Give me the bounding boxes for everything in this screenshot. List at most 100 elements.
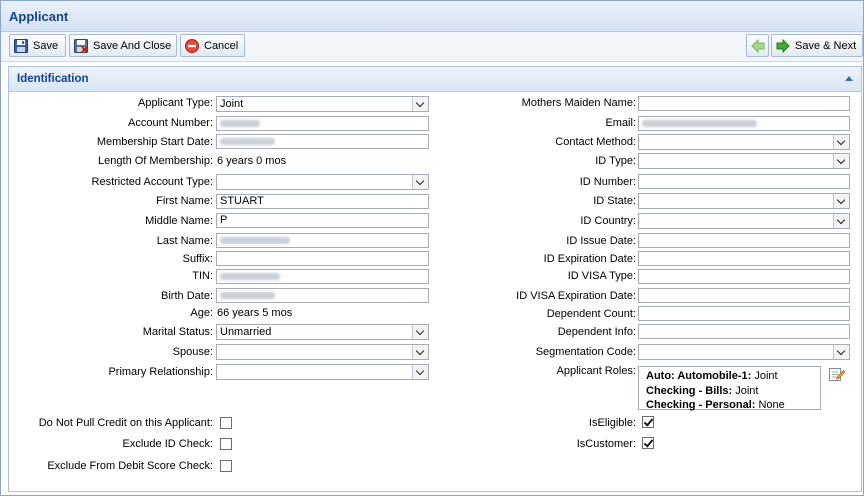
save-and-next-button[interactable]: Save & Next	[771, 34, 863, 57]
list-item: Checking - Personal: None	[646, 398, 820, 413]
applicant-type-select[interactable]: Joint	[216, 96, 429, 112]
spouse-label: Spouse:	[172, 346, 213, 358]
is-eligible-checkbox[interactable]	[642, 416, 654, 428]
chevron-down-icon	[833, 345, 849, 359]
cancel-button[interactable]: Cancel	[180, 34, 245, 57]
mothers-maiden-name-label: Mothers Maiden Name:	[521, 97, 636, 109]
dependent-count-field[interactable]	[638, 306, 850, 321]
applicant-roles-box: Auto: Automobile-1: Joint Checking - Bil…	[638, 366, 821, 413]
age-label: Age:	[190, 307, 213, 319]
marital-status-label: Marital Status:	[142, 326, 213, 338]
identification-panel-header[interactable]: Identification	[9, 67, 861, 92]
save-and-next-label: Save & Next	[795, 39, 857, 52]
exclude-debit-score-label: Exclude From Debit Score Check:	[47, 460, 213, 472]
segmentation-code-select[interactable]	[638, 344, 850, 360]
floppy-disk-close-icon	[74, 38, 88, 53]
role-name: Checking - Bills:	[646, 384, 733, 397]
dependent-info-field[interactable]	[638, 324, 850, 339]
id-expiration-date-field[interactable]	[638, 251, 850, 266]
floppy-disk-icon	[14, 38, 28, 53]
primary-relationship-select[interactable]	[216, 364, 429, 380]
exclude-debit-score-checkbox[interactable]	[220, 460, 232, 472]
collapse-arrow-icon[interactable]	[845, 76, 853, 81]
id-issue-date-label: ID Issue Date:	[566, 235, 636, 247]
id-visa-expiration-date-field[interactable]	[638, 288, 850, 303]
id-type-select[interactable]	[638, 153, 850, 169]
applicant-type-label: Applicant Type:	[137, 97, 213, 109]
role-value: Joint	[735, 384, 759, 397]
id-visa-type-label: ID VISA Type:	[567, 270, 636, 282]
chevron-down-icon	[412, 325, 428, 339]
chevron-down-icon	[412, 175, 428, 189]
exclude-id-check-checkbox[interactable]	[220, 438, 232, 450]
applicant-type-value: Joint	[220, 98, 244, 110]
role-name: Checking - Personal:	[646, 399, 756, 411]
segmentation-code-label: Segmentation Code:	[535, 346, 636, 358]
email-field[interactable]	[638, 116, 850, 131]
id-country-select[interactable]	[638, 213, 850, 229]
cancel-button-label: Cancel	[204, 39, 239, 52]
contact-method-label: Contact Method:	[555, 136, 636, 148]
do-not-pull-credit-label: Do Not Pull Credit on this Applicant:	[38, 417, 213, 429]
mothers-maiden-name-field[interactable]	[638, 96, 850, 111]
spouse-select[interactable]	[216, 344, 429, 360]
id-expiration-date-label: ID Expiration Date:	[543, 253, 636, 265]
chevron-down-icon	[412, 365, 428, 379]
chevron-down-icon	[833, 214, 849, 228]
list-item: Checking - Bills: Joint	[646, 384, 820, 399]
last-name-field[interactable]	[216, 233, 429, 248]
id-issue-date-field[interactable]	[638, 233, 850, 248]
applicant-roles-label: Applicant Roles:	[556, 365, 637, 377]
edit-pencil-icon[interactable]	[828, 365, 846, 383]
dependent-count-label: Dependent Count:	[546, 308, 636, 320]
suffix-field[interactable]	[216, 251, 429, 266]
tin-label: TIN:	[192, 270, 213, 282]
dependent-info-label: Dependent Info:	[557, 326, 636, 338]
title-bar: Applicant	[1, 1, 863, 32]
email-label: Email:	[605, 117, 636, 129]
chevron-down-icon	[412, 345, 428, 359]
first-name-field[interactable]: STUART	[216, 194, 429, 209]
save-and-close-button[interactable]: Save And Close	[69, 34, 177, 57]
is-customer-checkbox[interactable]	[642, 437, 654, 449]
id-state-select[interactable]	[638, 193, 850, 209]
green-arrow-left-icon	[751, 38, 765, 53]
middle-name-field[interactable]: P	[216, 213, 429, 228]
id-visa-expiration-date-label: ID VISA Expiration Date:	[516, 290, 636, 302]
cancel-icon	[185, 38, 199, 53]
is-eligible-label: IsEligible:	[588, 417, 636, 429]
save-button[interactable]: Save	[9, 34, 66, 57]
id-state-label: ID State:	[593, 195, 636, 207]
chevron-down-icon	[412, 97, 428, 111]
last-name-label: Last Name:	[156, 235, 213, 247]
marital-status-select[interactable]: Unmarried	[216, 324, 429, 340]
primary-relationship-label: Primary Relationship:	[108, 366, 213, 378]
id-number-label: ID Number:	[579, 176, 636, 188]
exclude-id-check-label: Exclude ID Check:	[122, 438, 213, 450]
chevron-down-icon	[833, 194, 849, 208]
membership-start-date-label: Membership Start Date:	[96, 136, 213, 148]
do-not-pull-credit-checkbox[interactable]	[220, 417, 232, 429]
id-visa-type-field[interactable]	[638, 269, 850, 284]
middle-name-label: Middle Name:	[145, 215, 213, 227]
tin-field[interactable]	[216, 269, 429, 284]
membership-start-date-field[interactable]	[216, 134, 429, 149]
birth-date-label: Birth Date:	[161, 290, 213, 302]
contact-method-select[interactable]	[638, 134, 850, 150]
account-number-label: Account Number:	[128, 117, 213, 129]
save-button-label: Save	[33, 39, 59, 52]
role-value: Joint	[754, 370, 778, 382]
role-name: Auto: Automobile-1:	[646, 370, 752, 382]
save-and-close-label: Save And Close	[93, 39, 172, 52]
window-title: Applicant	[9, 9, 69, 24]
account-number-field[interactable]	[216, 116, 429, 131]
previous-button[interactable]	[746, 34, 769, 57]
restricted-account-type-label: Restricted Account Type:	[91, 176, 213, 188]
id-number-field[interactable]	[638, 174, 850, 189]
birth-date-field[interactable]	[216, 288, 429, 303]
chevron-down-icon	[833, 154, 849, 168]
restricted-account-type-select[interactable]	[216, 174, 429, 190]
suffix-label: Suffix:	[182, 253, 213, 265]
role-value: None	[758, 399, 785, 411]
first-name-label: First Name:	[156, 195, 213, 207]
